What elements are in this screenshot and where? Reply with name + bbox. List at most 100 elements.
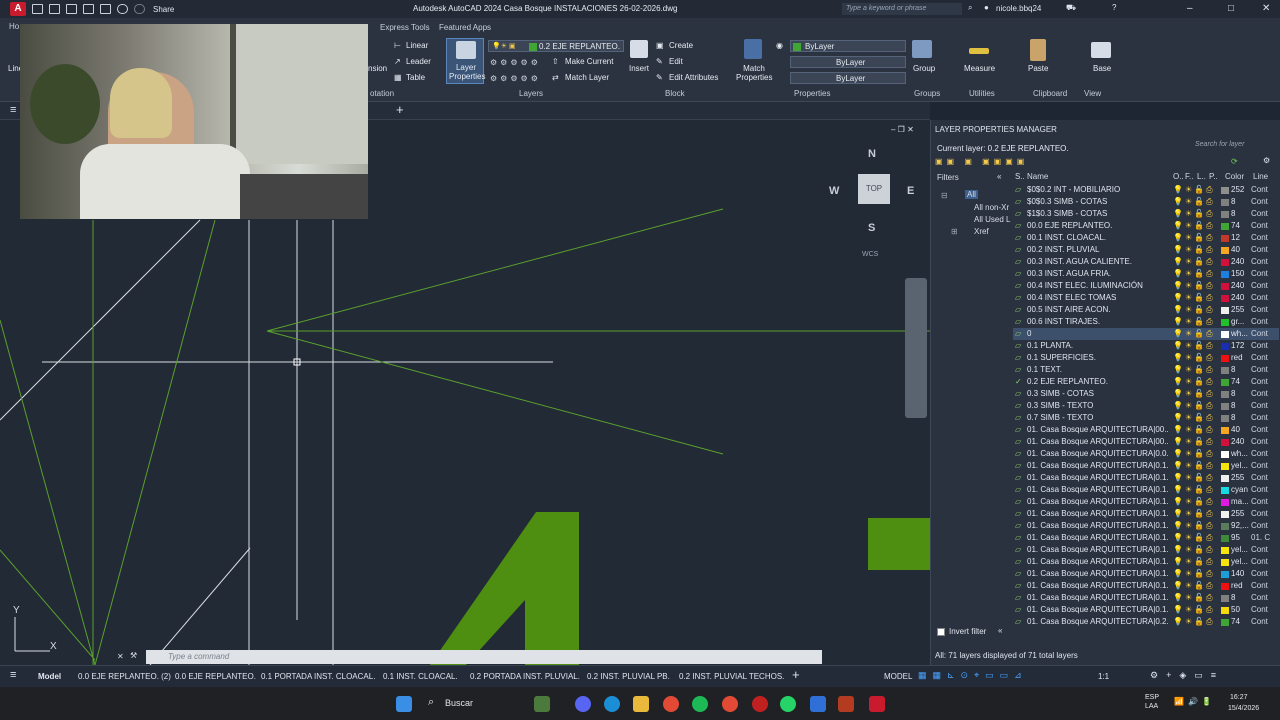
layer-color-value[interactable]: 8	[1231, 592, 1249, 604]
command-input[interactable]: Type a command	[146, 650, 822, 664]
layer-color-value[interactable]: 74	[1231, 376, 1249, 388]
layer-status-icon[interactable]: ▱	[1015, 436, 1025, 448]
layer-toggle-icons[interactable]: 💡☀🔓⎙	[1173, 220, 1217, 232]
tab-featured-apps[interactable]: Featured Apps	[439, 23, 491, 32]
layer-toggle-icons[interactable]: 💡☀🔓⎙	[1173, 448, 1217, 460]
layer-linetype[interactable]: Cont	[1251, 496, 1277, 508]
layer-row[interactable]: ▱ 01. Casa Bosque ARQUITECTURA|0.1... 💡☀🔓⎙…	[1013, 508, 1279, 520]
help-search-input[interactable]: Type a keyword or phrase	[842, 3, 962, 15]
layer-color-value[interactable]: 140	[1231, 568, 1249, 580]
layer-name[interactable]: 01. Casa Bosque ARQUITECTURA|0.0...	[1027, 448, 1169, 460]
layer-linetype[interactable]: Cont	[1251, 328, 1277, 340]
utilities-panel-label[interactable]: Utilities	[969, 89, 995, 98]
layer-toggle-icons[interactable]: 💡☀🔓⎙	[1173, 328, 1217, 340]
base-view-icon[interactable]	[1091, 42, 1111, 58]
col-on[interactable]: O..	[1173, 172, 1184, 184]
layer-color-value[interactable]: 74	[1231, 616, 1249, 626]
layer-linetype[interactable]: Cont	[1251, 304, 1277, 316]
layer-status-icon[interactable]: ▱	[1015, 448, 1025, 460]
layer-color-value[interactable]: 240	[1231, 292, 1249, 304]
layer-row[interactable]: ▱ 01. Casa Bosque ARQUITECTURA|0.1... 💡☀🔓⎙…	[1013, 532, 1279, 544]
layer-toggle-icons[interactable]: 💡☀🔓⎙	[1173, 280, 1217, 292]
current-layer-check-icon[interactable]: ✓	[1015, 376, 1025, 388]
layer-toggle-icons[interactable]: 💡☀🔓⎙	[1173, 292, 1217, 304]
layer-color-swatch[interactable]	[1221, 403, 1229, 410]
system-tray-icons[interactable]: 📶🔊🔋	[1174, 697, 1216, 706]
layer-status-icon[interactable]: ▱	[1015, 412, 1025, 424]
layer-row[interactable]: ▱ 01. Casa Bosque ARQUITECTURA|0.1... 💡☀🔓⎙…	[1013, 472, 1279, 484]
redo-icon[interactable]	[134, 4, 145, 14]
settings-gear-icon[interactable]: ⚙	[1263, 156, 1270, 165]
layer-color-swatch[interactable]	[1221, 451, 1229, 458]
layer-linetype[interactable]: Cont	[1251, 220, 1277, 232]
layer-color-value[interactable]: cyan	[1231, 484, 1249, 496]
layer-row[interactable]: ▱ 01. Casa Bosque ARQUITECTURA|0.1... 💡☀🔓⎙…	[1013, 544, 1279, 556]
user-account[interactable]: nicole.bbq24	[996, 4, 1041, 13]
layer-toggle-icons[interactable]: 💡☀🔓⎙	[1173, 352, 1217, 364]
layer-row[interactable]: ▱ 01. Casa Bosque ARQUITECTURA|0.1... 💡☀🔓⎙…	[1013, 568, 1279, 580]
layer-status-icon[interactable]: ▱	[1015, 592, 1025, 604]
recording-app-icon[interactable]	[752, 696, 768, 712]
layer-name[interactable]: 0.3 SIMB - COTAS	[1027, 388, 1169, 400]
layer-status-icon[interactable]: ▱	[1015, 364, 1025, 376]
layer-linetype[interactable]: Cont	[1251, 604, 1277, 616]
layer-row[interactable]: ▱ 00.6 INST TIRAJES. 💡☀🔓⎙ gr... Cont	[1013, 316, 1279, 328]
layer-status-icon[interactable]: ▱	[1015, 544, 1025, 556]
save-icon[interactable]	[66, 4, 77, 14]
layer-color-swatch[interactable]	[1221, 511, 1229, 518]
layer-row[interactable]: ▱ 01. Casa Bosque ARQUITECTURA|00... 💡☀🔓⎙ 2…	[1013, 436, 1279, 448]
chrome-icon[interactable]	[663, 696, 679, 712]
layer-color-swatch[interactable]	[1221, 379, 1229, 386]
color-dropdown[interactable]: ByLayer	[790, 40, 906, 52]
layer-row[interactable]: ▱ 0 💡☀🔓⎙ wh... Cont	[1013, 328, 1279, 340]
layer-color-swatch[interactable]	[1221, 607, 1229, 614]
layer-name[interactable]: 0.7 SIMB - TEXTO	[1027, 412, 1169, 424]
layer-color-value[interactable]: 240	[1231, 436, 1249, 448]
layer-toggle-icons[interactable]: 💡☀🔓⎙	[1173, 484, 1217, 496]
layer-color-swatch[interactable]	[1221, 223, 1229, 230]
invert-filter-label[interactable]: Invert filter	[949, 627, 986, 636]
new-tab-plus-icon[interactable]: +	[396, 102, 404, 117]
layer-color-swatch[interactable]	[1221, 415, 1229, 422]
base-button[interactable]: Base	[1093, 64, 1111, 73]
layer-name[interactable]: 0.2 EJE REPLANTEO.	[1027, 376, 1169, 388]
layer-linetype[interactable]: Cont	[1251, 292, 1277, 304]
annotation-panel-label[interactable]: otation	[370, 89, 394, 98]
refresh-icon[interactable]: ⟳	[1231, 157, 1238, 166]
tab-express-tools[interactable]: Express Tools	[380, 23, 430, 32]
tree-item-all[interactable]: All	[965, 190, 978, 199]
layer-status-icon[interactable]: ▱	[1015, 556, 1025, 568]
layer-color-swatch[interactable]	[1221, 199, 1229, 206]
tree-item-all-used[interactable]: All Used L	[974, 215, 1010, 224]
layer-status-icon[interactable]: ▱	[1015, 196, 1025, 208]
layer-row[interactable]: ▱ 0.1 TEXT. 💡☀🔓⎙ 8 Cont	[1013, 364, 1279, 376]
col-freeze[interactable]: F..	[1185, 172, 1193, 184]
layer-row[interactable]: ▱ 0.1 SUPERFICIES. 💡☀🔓⎙ red Cont	[1013, 352, 1279, 364]
layer-status-icon[interactable]: ▱	[1015, 292, 1025, 304]
layer-toggle-icons[interactable]: 💡☀🔓⎙	[1173, 196, 1217, 208]
layer-color-swatch[interactable]	[1221, 547, 1229, 554]
layer-color-value[interactable]: gr...	[1231, 316, 1249, 328]
layer-name[interactable]: 00.0 EJE REPLANTEO.	[1027, 220, 1169, 232]
layer-status-icon[interactable]: ▱	[1015, 616, 1025, 626]
layer-name[interactable]: 00.1 INST. CLOACAL.	[1027, 232, 1169, 244]
layer-color-value[interactable]: 8	[1231, 412, 1249, 424]
layer-name[interactable]: 01. Casa Bosque ARQUITECTURA|0.1...	[1027, 556, 1169, 568]
model-space-toggle[interactable]: MODEL	[884, 672, 912, 681]
layer-toggle-icons[interactable]: 💡☀🔓⎙	[1173, 604, 1217, 616]
group-icon[interactable]	[912, 40, 932, 58]
layer-row[interactable]: ▱ 0.3 SIMB - TEXTO 💡☀🔓⎙ 8 Cont	[1013, 400, 1279, 412]
layer-color-value[interactable]: wh...	[1231, 328, 1249, 340]
layer-row[interactable]: ▱ 01. Casa Bosque ARQUITECTURA|0.1... 💡☀🔓⎙…	[1013, 580, 1279, 592]
layer-name[interactable]: 01. Casa Bosque ARQUITECTURA|0.1...	[1027, 496, 1169, 508]
layer-color-swatch[interactable]	[1221, 211, 1229, 218]
layer-toggle-icons[interactable]: 💡☀🔓⎙	[1173, 388, 1217, 400]
layer-linetype[interactable]: Cont	[1251, 580, 1277, 592]
layer-toggle-icons[interactable]: 💡☀🔓⎙	[1173, 508, 1217, 520]
layer-color-value[interactable]: 95	[1231, 532, 1249, 544]
layer-linetype[interactable]: Cont	[1251, 364, 1277, 376]
layer-tools-icons[interactable]: ⚙⚙⚙⚙⚙	[490, 58, 541, 67]
taskbar-search[interactable]: Buscar	[445, 698, 473, 708]
layout-menu-icon[interactable]: ≡	[10, 669, 16, 681]
app-icon-2[interactable]	[838, 696, 854, 712]
